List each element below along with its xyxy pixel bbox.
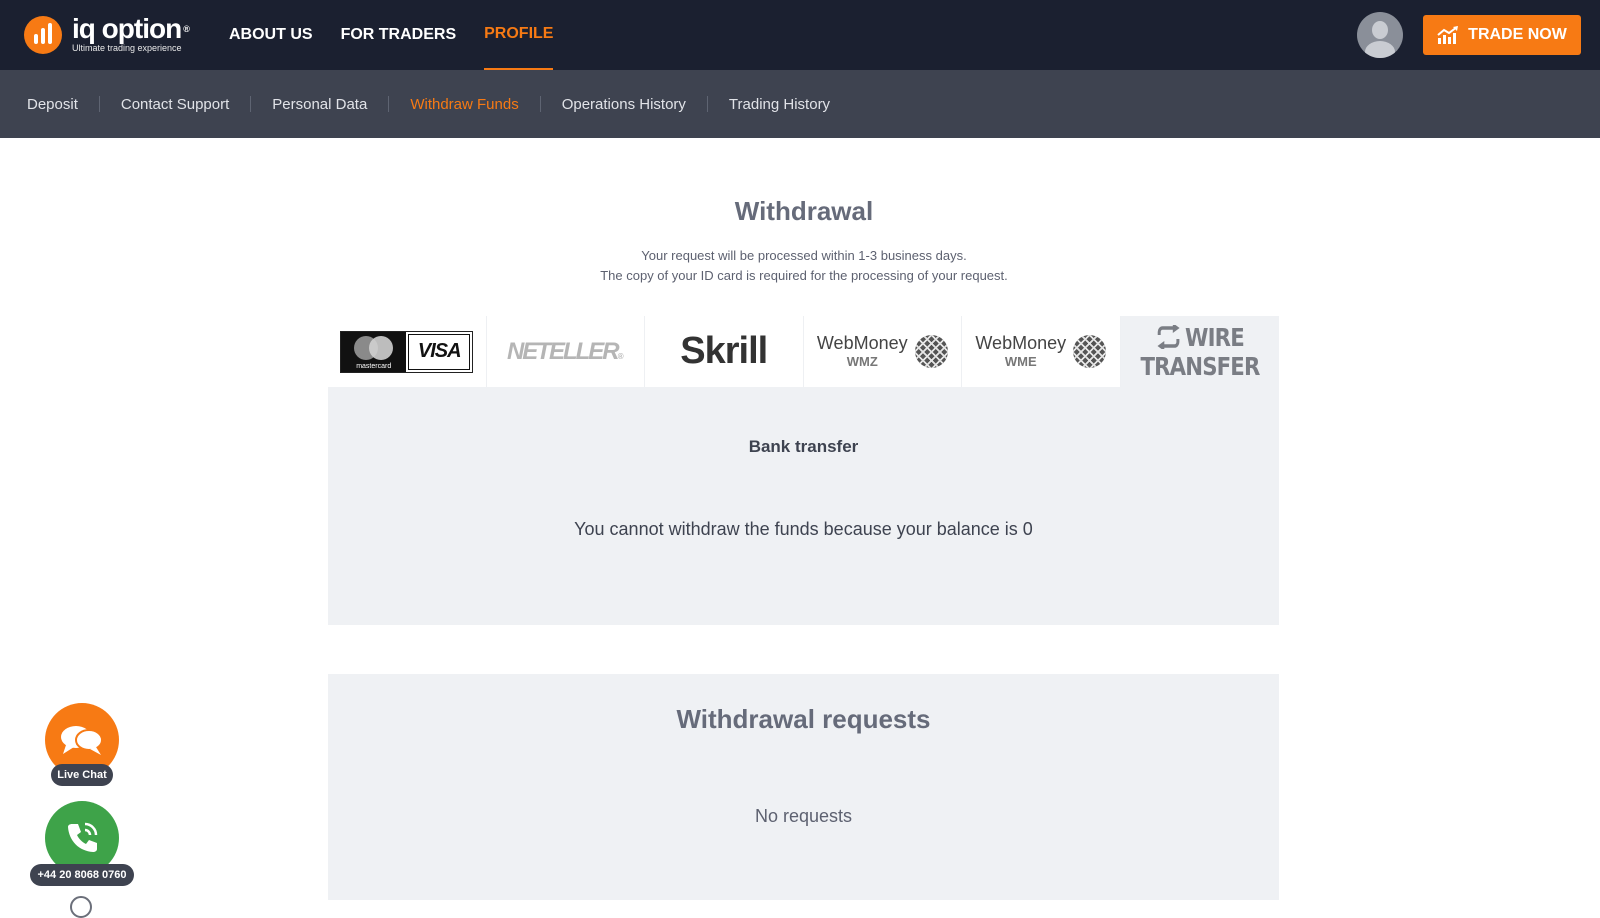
nav-for-traders[interactable]: FOR TRADERS (341, 0, 457, 70)
logo-name: iq option ® (72, 13, 190, 44)
phone-icon (68, 822, 98, 852)
wire-transfer-logo: WIRE TRANSFER (1140, 322, 1260, 381)
subnav-deposit[interactable]: Deposit (27, 96, 78, 113)
nav-profile[interactable]: PROFILE (484, 0, 554, 70)
divider (98, 96, 100, 112)
profile-sub-nav: Deposit Contact Support Personal Data Wi… (0, 70, 1600, 138)
chart-up-icon (1437, 26, 1459, 44)
withdrawal-requests-section: Withdrawal requests No requests (328, 674, 1279, 900)
trade-now-label: TRADE NOW (1468, 26, 1567, 43)
live-chat-label: Live Chat (51, 764, 113, 786)
webmoney-wme-logo: WebMoney WME (975, 333, 1107, 371)
method-neteller[interactable]: NETELLER® (486, 316, 645, 387)
subnav-contact-support[interactable]: Contact Support (121, 96, 229, 113)
requests-empty-text: No requests (754, 806, 853, 826)
balance-message: You cannot withdraw the funds because yo… (574, 519, 1033, 539)
user-avatar-icon[interactable] (1357, 12, 1403, 58)
phone-number-label: +44 20 8068 0760 (30, 864, 134, 886)
webmoney-wmz-logo: WebMoney WMZ (817, 333, 948, 371)
method-wire-transfer[interactable]: WIRE TRANSFER (1120, 316, 1279, 387)
exchange-arrows-icon (1157, 322, 1180, 351)
subnav-trading-history[interactable]: Trading History (729, 96, 830, 113)
subnav-operations-history[interactable]: Operations History (562, 96, 686, 113)
method-skrill[interactable]: Skrill (645, 316, 804, 387)
method-card-visa-mastercard[interactable]: mastercard VISA (328, 316, 487, 387)
divider (388, 96, 390, 112)
payment-method-tabs: mastercard VISA NETELLER® Skrill WebMone… (328, 316, 1279, 387)
divider (250, 96, 252, 112)
requests-title: Withdrawal requests (676, 704, 931, 734)
trade-now-button[interactable]: TRADE NOW (1423, 15, 1581, 55)
iq-option-logo[interactable]: iq option ® Ultimate trading experience (24, 13, 190, 57)
panel-title: Bank transfer (748, 437, 859, 456)
nav-about-us[interactable]: ABOUT US (229, 0, 313, 70)
divider (539, 96, 541, 112)
more-widget-icon[interactable] (70, 896, 92, 918)
logo-tagline: Ultimate trading experience (72, 43, 182, 53)
main-nav: ABOUT US FOR TRADERS PROFILE (229, 0, 581, 70)
skrill-logo: Skrill (680, 330, 768, 372)
subnav-withdraw-funds[interactable]: Withdraw Funds (410, 96, 518, 113)
mastercard-visa-logo: mastercard VISA (340, 330, 474, 373)
neteller-logo: NETELLER® (506, 337, 624, 365)
processing-note: Your request will be processed within 1-… (641, 248, 967, 263)
logo-bars-icon (24, 16, 62, 54)
top-bar: iq option ® Ultimate trading experience A… (0, 0, 1600, 70)
chat-bubbles-icon (61, 726, 103, 755)
page-title: Withdrawal (734, 196, 874, 226)
method-webmoney-wme[interactable]: WebMoney WME (962, 316, 1121, 387)
webmoney-globe-icon (914, 335, 948, 368)
method-webmoney-wmz[interactable]: WebMoney WMZ (803, 316, 962, 387)
subnav-personal-data[interactable]: Personal Data (272, 96, 367, 113)
divider (706, 96, 708, 112)
id-card-note: The copy of your ID card is required for… (600, 268, 1008, 283)
bank-transfer-panel: Bank transfer You cannot withdraw the fu… (328, 387, 1279, 625)
webmoney-globe-icon (1073, 335, 1107, 368)
